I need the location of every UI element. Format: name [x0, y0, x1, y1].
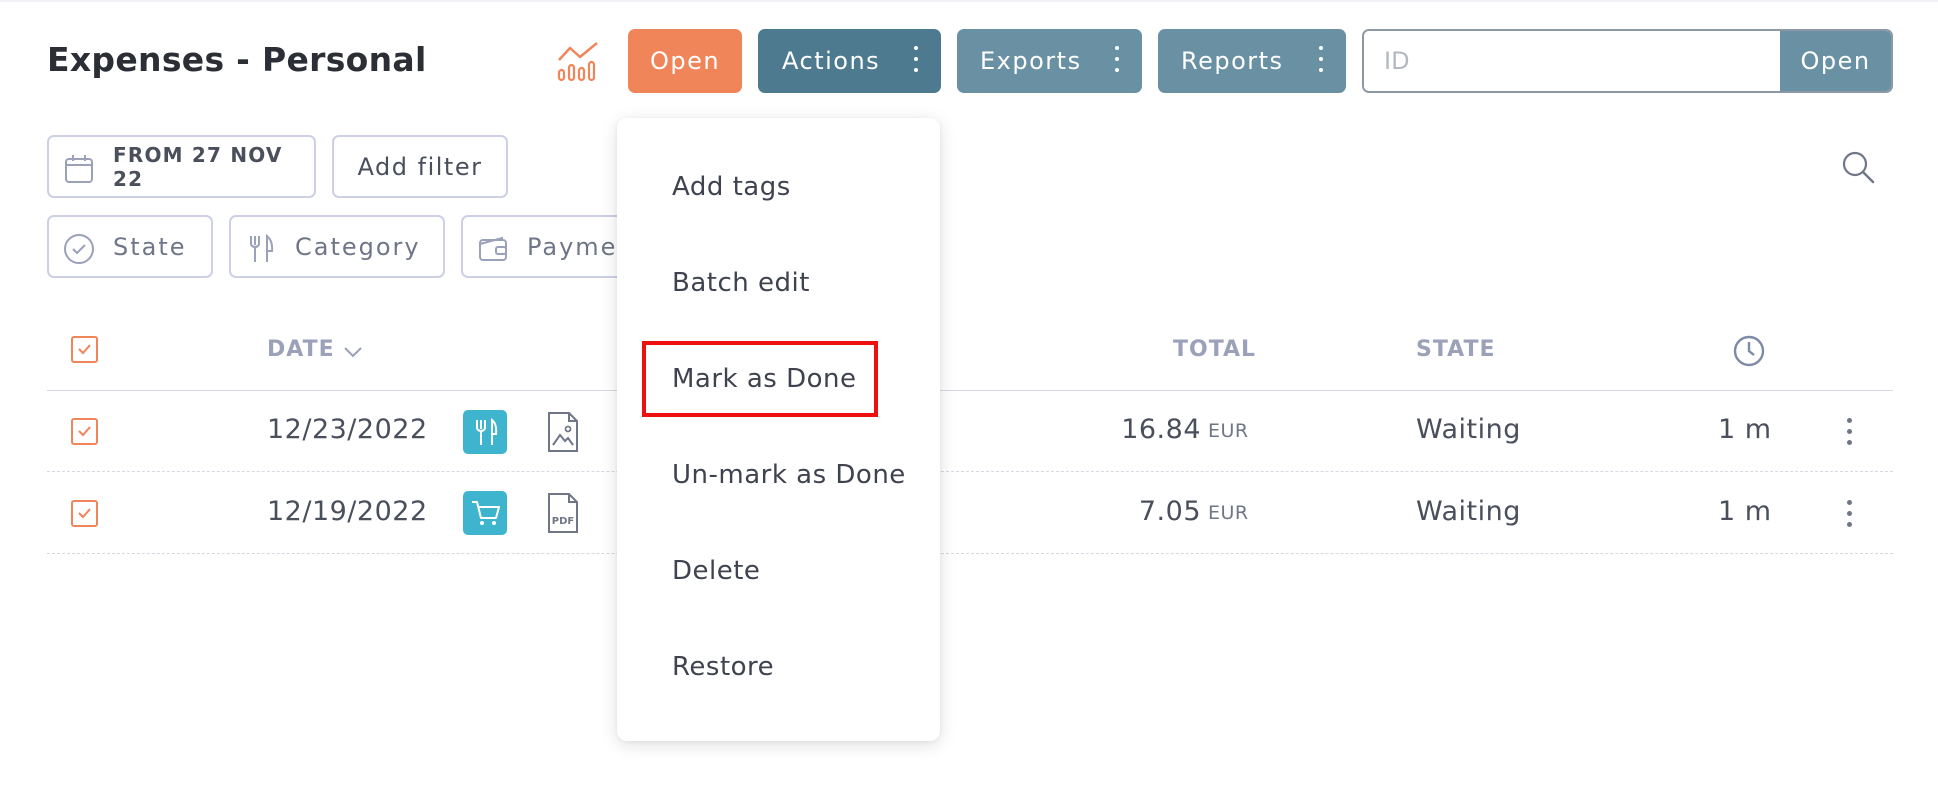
row-date: 12/23/2022: [267, 414, 428, 445]
reports-button-label: Reports: [1181, 47, 1284, 75]
chevron-down-icon[interactable]: [342, 341, 364, 363]
chart-icon[interactable]: [556, 40, 600, 82]
menu-item-delete[interactable]: Delete: [672, 556, 760, 586]
fork-knife-icon: [250, 233, 274, 262]
category-filter-chip[interactable]: Category: [229, 215, 445, 278]
calendar-icon: [65, 155, 93, 183]
menu-item-batch-edit[interactable]: Batch edit: [672, 268, 810, 298]
row-currency: EUR: [1208, 420, 1249, 442]
column-header-total[interactable]: TOTAL: [1173, 337, 1256, 362]
image-file-icon[interactable]: [546, 410, 580, 454]
id-input[interactable]: [1364, 31, 1782, 91]
row-currency: EUR: [1208, 502, 1249, 524]
row-divider: [47, 471, 1893, 472]
row-state: Waiting: [1416, 496, 1521, 527]
actions-button-label: Actions: [782, 47, 881, 75]
payment-filter-chip[interactable]: Payment: [461, 215, 644, 278]
highlight-box: [642, 341, 878, 417]
row-more-icon[interactable]: [1845, 500, 1853, 530]
row-total: 16.84: [1121, 414, 1201, 445]
menu-item-unmark-as-done[interactable]: Un-mark as Done: [672, 460, 906, 490]
pdf-file-icon[interactable]: PDF: [546, 491, 580, 535]
fork-knife-icon: [463, 410, 507, 454]
kebab-icon: [913, 46, 919, 76]
row-more-icon[interactable]: [1845, 418, 1853, 448]
svg-text:PDF: PDF: [552, 516, 574, 527]
check-circle-icon: [64, 234, 94, 264]
open-button[interactable]: Open: [628, 29, 742, 93]
row-checkbox[interactable]: [71, 418, 98, 445]
expenses-page: Expenses - Personal Open Actions Exports…: [0, 0, 1938, 786]
category-filter-label: Category: [295, 232, 421, 261]
page-title: Expenses - Personal: [47, 40, 427, 79]
exports-button-label: Exports: [980, 47, 1082, 75]
row-age: 1 m: [1718, 496, 1772, 527]
row-divider: [47, 553, 1893, 554]
id-search-group: Open: [1362, 29, 1893, 93]
wallet-icon: [479, 236, 507, 261]
date-filter-chip[interactable]: FROM 27 NOV 22: [47, 135, 316, 198]
clock-icon[interactable]: [1732, 334, 1766, 368]
menu-item-add-tags[interactable]: Add tags: [672, 172, 791, 202]
row-age: 1 m: [1718, 414, 1772, 445]
menu-item-restore[interactable]: Restore: [672, 652, 774, 682]
search-icon[interactable]: [1840, 149, 1876, 185]
add-filter-label: Add filter: [357, 152, 483, 181]
column-header-date[interactable]: DATE: [267, 337, 335, 362]
reports-button[interactable]: Reports: [1158, 29, 1346, 93]
date-filter-label: FROM 27 NOV 22: [113, 142, 283, 191]
row-total: 7.05: [1138, 496, 1201, 527]
add-filter-button[interactable]: Add filter: [332, 135, 508, 198]
row-checkbox[interactable]: [71, 500, 98, 527]
row-date: 12/19/2022: [267, 496, 428, 527]
column-header-state[interactable]: STATE: [1416, 337, 1496, 362]
open-button-label: Open: [649, 47, 721, 75]
kebab-icon: [1114, 46, 1120, 76]
header-divider: [47, 390, 1893, 391]
row-state: Waiting: [1416, 414, 1521, 445]
select-all-checkbox[interactable]: [71, 336, 98, 363]
state-filter-label: State: [113, 232, 187, 261]
id-open-button-label: Open: [1800, 47, 1871, 75]
exports-button[interactable]: Exports: [957, 29, 1142, 93]
kebab-icon: [1318, 46, 1324, 76]
actions-button[interactable]: Actions: [758, 29, 941, 93]
shopping-cart-icon: [463, 491, 507, 535]
actions-dropdown-menu: Add tags Batch edit Mark as Done Un-mark…: [617, 118, 940, 741]
state-filter-chip[interactable]: State: [47, 215, 213, 278]
id-open-button[interactable]: Open: [1780, 31, 1891, 91]
top-divider: [0, 0, 1938, 2]
